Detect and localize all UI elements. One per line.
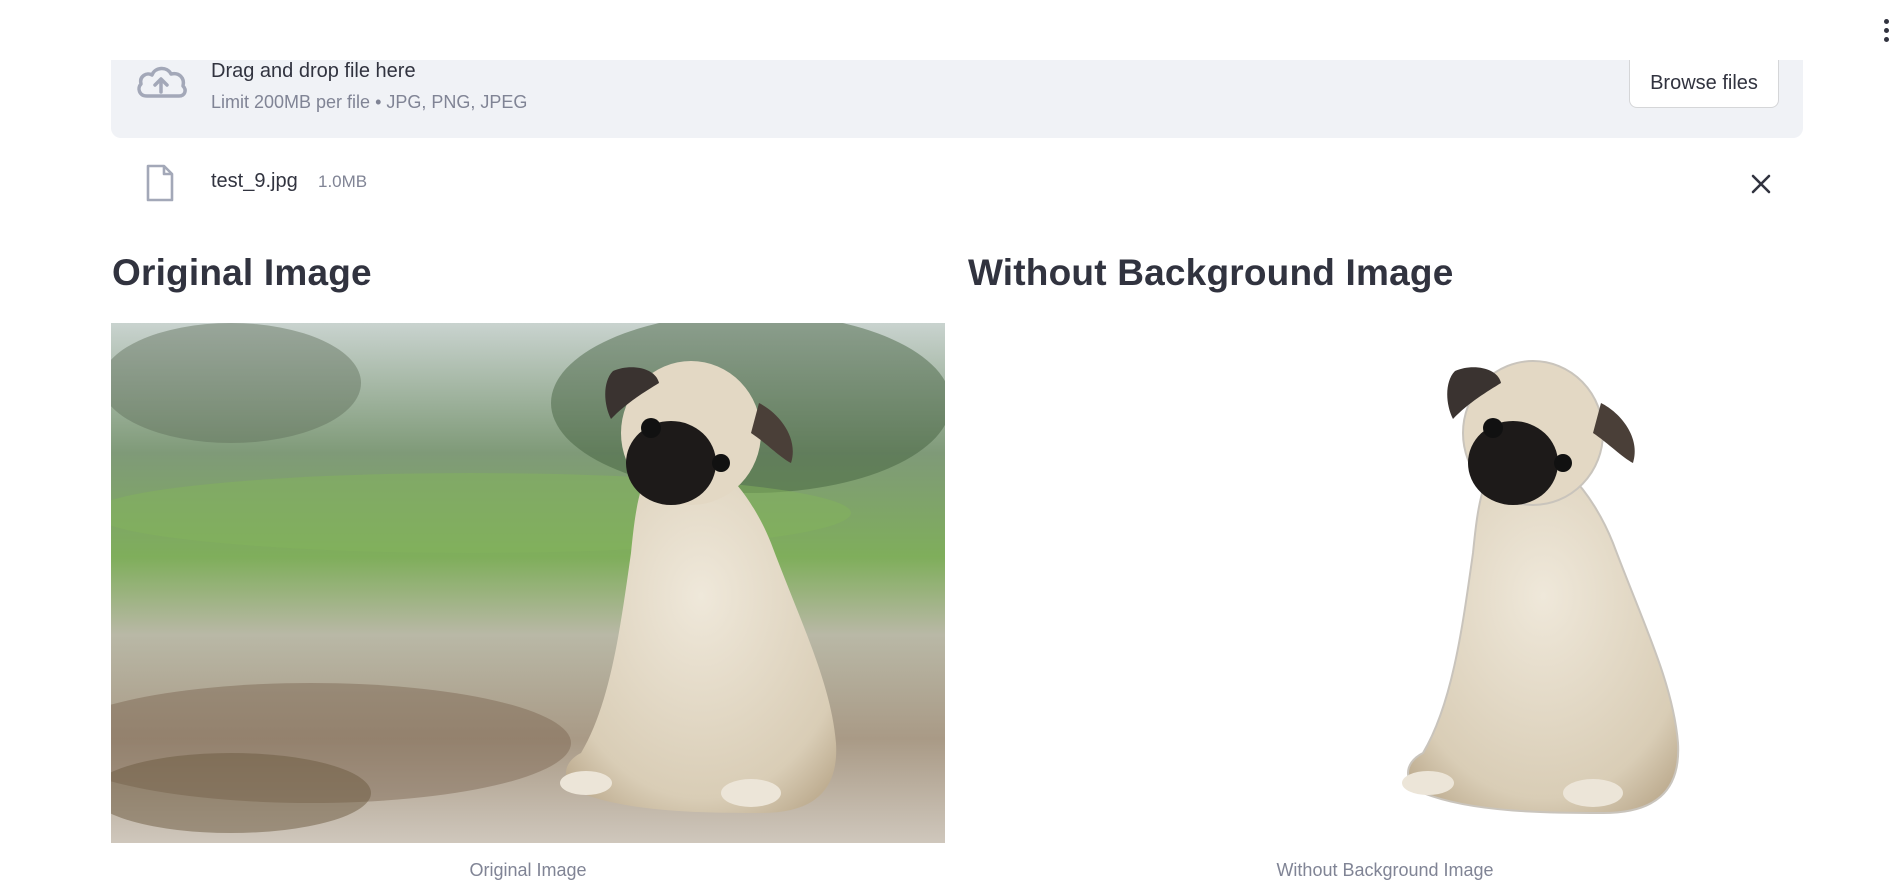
close-icon[interactable] bbox=[1747, 170, 1775, 198]
file-size: 1.0MB bbox=[318, 172, 368, 191]
dropzone-title: Drag and drop file here bbox=[211, 60, 416, 82]
browse-files-button[interactable]: Browse files bbox=[1629, 60, 1779, 108]
without-background-heading: Without Background Image bbox=[968, 252, 1454, 293]
main-menu-button[interactable] bbox=[1874, 14, 1898, 46]
dropzone-limit-text: Limit 200MB per file • JPG, PNG, JPEG bbox=[211, 92, 528, 112]
without-background-caption: Without Background Image bbox=[1276, 860, 1494, 880]
top-bar bbox=[0, 0, 1903, 60]
file-name: test_9.jpg bbox=[211, 170, 298, 192]
original-photo bbox=[111, 323, 945, 843]
cutout-photo bbox=[968, 323, 1802, 843]
original-image-heading: Original Image bbox=[112, 252, 372, 293]
original-image bbox=[111, 323, 945, 843]
cloud-upload-icon bbox=[137, 66, 187, 98]
uploaded-file-item: test_9.jpg 1.0MB bbox=[111, 160, 1803, 210]
menu-dot bbox=[1883, 36, 1889, 42]
background-removed-image bbox=[968, 323, 1802, 843]
original-image-caption: Original Image bbox=[469, 860, 587, 880]
menu-dot bbox=[1883, 27, 1889, 33]
file-icon bbox=[146, 164, 174, 202]
more-vertical-icon bbox=[1883, 18, 1889, 24]
file-dropzone[interactable]: Drag and drop file here Limit 200MB per … bbox=[111, 60, 1803, 138]
